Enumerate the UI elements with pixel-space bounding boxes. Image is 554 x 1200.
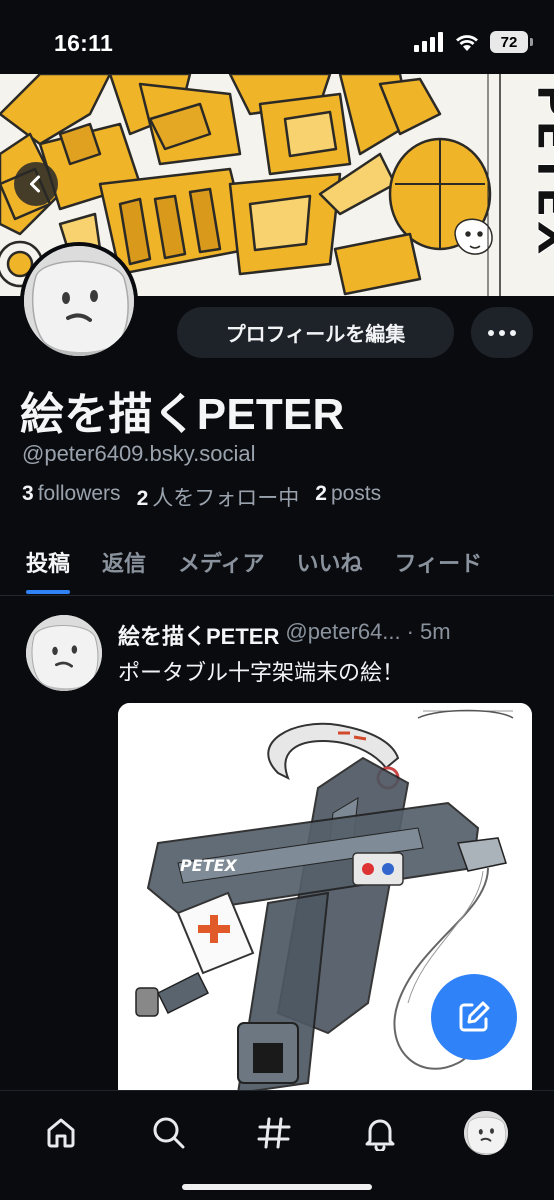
profile-handle: @peter6409.bsky.social xyxy=(22,441,256,466)
post-author-handle[interactable]: @peter64... xyxy=(285,619,400,651)
back-button[interactable] xyxy=(14,162,58,206)
post-header: 絵を描くPETER @peter64... · 5m xyxy=(118,619,451,651)
avatar-face-image xyxy=(464,1111,508,1155)
profile-tabs: 投稿 返信 メディア いいね フィード xyxy=(0,530,554,596)
ellipsis-icon-dot xyxy=(499,329,505,336)
search-icon xyxy=(153,1117,185,1149)
posts-stat: 2 posts xyxy=(315,482,381,512)
banner-vertical-title: PETEX xyxy=(527,84,554,257)
avatar-face-image xyxy=(26,615,102,691)
feeds-hash-icon xyxy=(257,1117,291,1149)
tab-likes[interactable]: いいね xyxy=(297,530,363,595)
status-icons: 72 xyxy=(414,31,533,53)
nav-profile[interactable] xyxy=(458,1105,514,1161)
profile-avatar[interactable] xyxy=(20,242,138,360)
tab-media[interactable]: メディア xyxy=(178,530,264,595)
wifi-icon xyxy=(456,35,478,51)
posts-count: 2 xyxy=(315,482,327,505)
profile-display-name: 絵を描くPETER xyxy=(20,390,345,439)
posts-label: posts xyxy=(330,482,382,505)
status-bar: 16:11 72 xyxy=(0,0,554,74)
nav-home[interactable] xyxy=(33,1105,89,1161)
notifications-bell-icon xyxy=(365,1119,395,1151)
following-count: 2 xyxy=(136,487,149,510)
nav-feeds[interactable] xyxy=(246,1105,302,1161)
following-stat[interactable]: 2 人をフォロー中 xyxy=(137,482,300,512)
followers-label: followers xyxy=(37,482,121,505)
post-text: ポータブル十字架端末の絵！ xyxy=(118,660,405,685)
compose-button[interactable] xyxy=(431,974,517,1060)
edit-profile-button[interactable]: プロフィールを編集 xyxy=(177,307,454,358)
bottom-navigation xyxy=(0,1090,554,1200)
avatar-face-image xyxy=(24,246,134,356)
chevron-left-icon xyxy=(30,175,40,193)
battery-indicator: 72 xyxy=(490,31,533,53)
post-timestamp[interactable]: 5m xyxy=(420,619,451,651)
cellular-signal-icon xyxy=(414,32,443,52)
following-label: 人をフォロー中 xyxy=(152,487,300,510)
profile-stats: 3 followers 2 人をフォロー中 2 posts xyxy=(22,482,381,512)
tab-replies[interactable]: 返信 xyxy=(102,530,146,595)
home-indicator xyxy=(182,1184,372,1190)
followers-count: 3 xyxy=(22,482,34,505)
nav-search[interactable] xyxy=(141,1105,197,1161)
post-author-avatar[interactable] xyxy=(26,615,102,691)
tab-posts[interactable]: 投稿 xyxy=(26,530,71,595)
post-separator: · xyxy=(406,619,414,644)
status-time: 16:11 xyxy=(54,30,114,56)
ellipsis-icon xyxy=(488,329,494,336)
followers-stat[interactable]: 3 followers xyxy=(22,482,121,512)
ellipsis-icon-dot xyxy=(510,329,516,336)
nav-profile-avatar xyxy=(464,1111,508,1155)
nav-notifications[interactable] xyxy=(352,1105,408,1161)
more-options-button[interactable] xyxy=(471,307,533,358)
post-image-brand: PETEX xyxy=(180,856,238,875)
tab-feeds[interactable]: フィード xyxy=(395,530,483,595)
compose-pencil-icon xyxy=(459,1001,490,1032)
home-icon xyxy=(47,1118,75,1148)
post-author-name[interactable]: 絵を描くPETER xyxy=(118,619,279,651)
